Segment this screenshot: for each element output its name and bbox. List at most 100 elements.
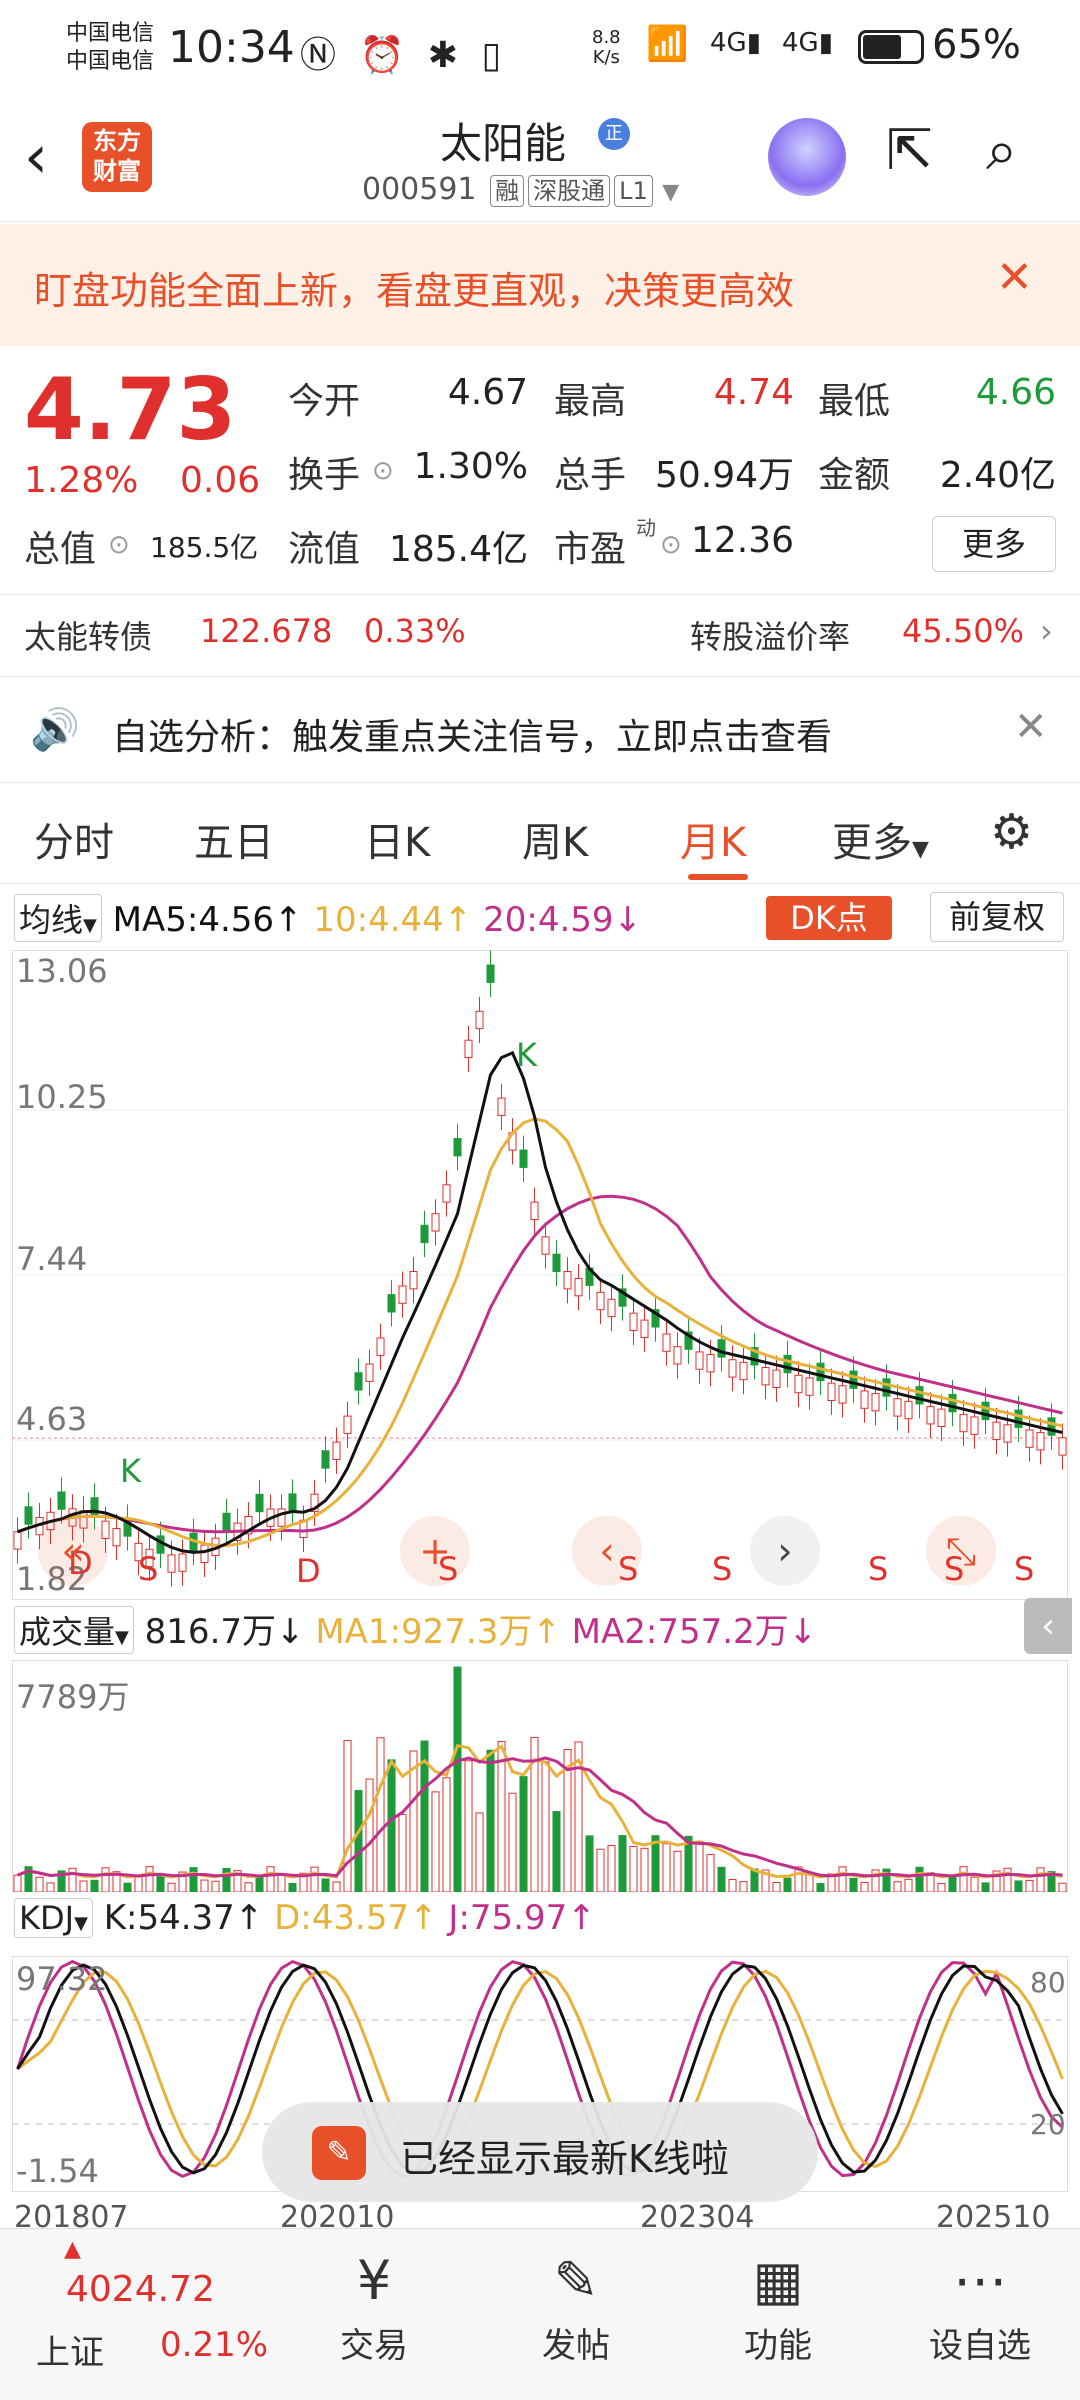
volume-bar	[937, 1882, 946, 1892]
tab-five-day[interactable]: 五日	[194, 810, 274, 868]
candle	[464, 1039, 473, 1059]
tab-daily-k[interactable]: 日K	[364, 810, 430, 868]
info-icon[interactable]: ⊙	[108, 530, 130, 560]
index-value[interactable]: 4024.72	[66, 2269, 215, 2310]
feature-banner[interactable]: 盯盘功能全面上新，看盘更直观，决策更高效 ✕	[0, 224, 1080, 346]
tab-monthly-k[interactable]: 月K	[680, 810, 746, 868]
close-icon[interactable]: ✕	[1014, 704, 1048, 750]
candle	[629, 1312, 638, 1332]
dropdown-arrow-icon[interactable]: ▼	[662, 180, 679, 205]
kdj-selector[interactable]: KDJ▼	[14, 1898, 93, 1938]
trade-button[interactable]: ¥ 交易	[294, 2229, 454, 2367]
share-icon[interactable]: ⇱	[886, 118, 933, 183]
logo-line2: 财富	[93, 157, 141, 185]
kdj-j-text: J:75.97	[448, 1898, 568, 1938]
low-label: 最低	[818, 381, 891, 422]
bond-price: 122.678	[200, 612, 333, 650]
ma10-line	[17, 1117, 1063, 1548]
bluetooth-icon: ✱	[427, 35, 464, 76]
ma-selector[interactable]: 均线▼	[14, 894, 102, 942]
tab-intraday[interactable]: 分时	[34, 810, 114, 868]
dk-point-button[interactable]: DK点	[766, 896, 892, 940]
tab-more[interactable]: 更多▼	[832, 810, 929, 868]
volume-bar	[288, 1883, 297, 1892]
app-logo[interactable]: 东方 财富	[82, 122, 152, 192]
bond-name[interactable]: 太能转债	[24, 612, 152, 658]
candle	[574, 1277, 583, 1297]
candle	[772, 1369, 781, 1388]
chart-frame	[12, 1660, 1068, 1892]
tag-level[interactable]: L1	[614, 175, 653, 207]
analysis-notice[interactable]: 🔊 自选分析：触发重点关注信号，立即点击查看 ✕	[0, 686, 1080, 776]
back-icon[interactable]: ‹	[24, 122, 48, 192]
candle	[1025, 1429, 1034, 1448]
candle	[948, 1393, 957, 1413]
more-button[interactable]: 更多	[932, 516, 1056, 572]
close-icon[interactable]: ✕	[996, 252, 1033, 303]
volume-text: 816.7万	[144, 1612, 277, 1652]
volume-chart[interactable]	[12, 1660, 1068, 1892]
banner-text: 盯盘功能全面上新，看盘更直观，决策更高效	[34, 269, 795, 313]
info-icon[interactable]: ⊙	[660, 530, 682, 560]
volume-selector[interactable]: 成交量▼	[14, 1606, 134, 1654]
float-value: 185.4亿	[388, 529, 528, 570]
toast: ✎ 已经显示最新K线啦	[262, 2102, 818, 2202]
scroll-left-fast-icon[interactable]: «	[38, 1516, 108, 1586]
candle	[937, 1408, 946, 1428]
divider	[0, 594, 1080, 595]
ai-assistant-icon[interactable]	[768, 118, 846, 196]
candle	[1036, 1432, 1045, 1451]
volume-bar	[90, 1879, 99, 1892]
dropdown-arrow-icon: ▼	[83, 915, 97, 936]
tab-weekly-k[interactable]: 周K	[522, 810, 588, 868]
post-button[interactable]: ✎ 发帖	[496, 2229, 656, 2367]
candle	[167, 1554, 176, 1573]
fullscreen-icon[interactable]: ⤡	[926, 1516, 996, 1586]
axis-tick: 7.44	[16, 1240, 88, 1278]
volume-row: 成交量▼ 816.7万↓ MA1:927.3万↑ MA2:757.2万↓	[14, 1604, 817, 1654]
float-label: 流值	[288, 529, 361, 570]
chevron-right-icon[interactable]: ›	[1040, 612, 1053, 650]
amount-label: 金额	[818, 455, 891, 496]
carrier-1: 中国电信	[66, 21, 155, 46]
more-dots-icon: ⋯	[953, 2249, 1007, 2312]
candle	[519, 1149, 528, 1168]
volume-bar	[860, 1881, 869, 1892]
info-icon[interactable]: ⊙	[372, 456, 394, 486]
volume-bar	[156, 1875, 165, 1892]
index-name[interactable]: 上证	[36, 2325, 104, 2374]
volume-value: 50.94万	[654, 455, 794, 496]
settings-icon[interactable]: ⚙	[990, 804, 1033, 860]
kline-chart[interactable]	[12, 950, 1068, 1600]
scroll-left-icon[interactable]: ‹	[572, 1516, 642, 1586]
grid-icon: ▦	[752, 2249, 804, 2312]
vol-ma2: MA2:757.2万↓	[571, 1612, 818, 1652]
watchlist-button[interactable]: ⋯ 设自选	[900, 2229, 1060, 2367]
candle	[673, 1346, 682, 1365]
zoom-in-icon[interactable]: +	[400, 1516, 470, 1586]
ma5-line	[17, 1050, 1063, 1554]
search-icon[interactable]: ⌕	[986, 118, 1017, 184]
scroll-right-icon[interactable]: ›	[750, 1516, 820, 1586]
volume-bar	[46, 1882, 55, 1892]
candle	[288, 1493, 297, 1512]
candle	[222, 1512, 231, 1532]
premium-value: 45.50%	[902, 612, 1025, 650]
adjust-button[interactable]: 前复权	[930, 892, 1064, 942]
vol-ma1: MA1:927.3万↑	[315, 1612, 561, 1652]
candle	[992, 1421, 1001, 1441]
collapse-arrow-icon[interactable]: ‹	[1024, 1598, 1072, 1654]
candle	[420, 1224, 429, 1244]
stock-code-row: 000591 融深股通 L1 ▼	[362, 172, 679, 207]
volume-bar	[332, 1881, 341, 1892]
stock-name: 太阳能	[440, 119, 567, 168]
logo-line1: 东方	[93, 127, 141, 155]
app-icon: ✎	[312, 2126, 366, 2180]
candle	[541, 1236, 550, 1255]
candle	[838, 1385, 847, 1404]
function-button[interactable]: ▦ 功能	[698, 2229, 858, 2367]
volume-bar	[673, 1850, 682, 1892]
volume-bar	[662, 1843, 671, 1892]
candle	[453, 1138, 462, 1157]
current-price: 4.73	[24, 360, 237, 460]
